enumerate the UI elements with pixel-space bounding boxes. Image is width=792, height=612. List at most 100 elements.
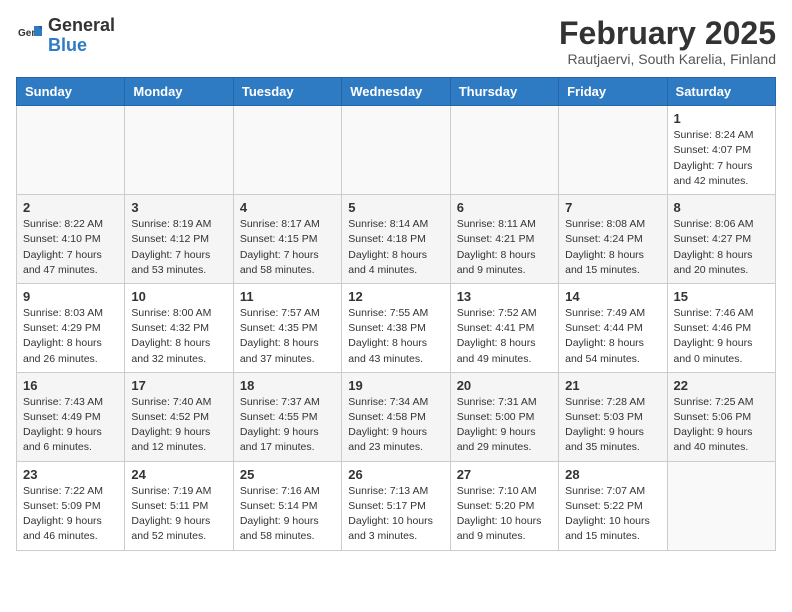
col-saturday: Saturday bbox=[667, 78, 775, 106]
day-info: Sunrise: 7:19 AMSunset: 5:11 PMDaylight:… bbox=[131, 484, 226, 545]
table-row: 18 Sunrise: 7:37 AMSunset: 4:55 PMDayligh… bbox=[233, 372, 341, 461]
table-row bbox=[233, 106, 341, 195]
day-number: 6 bbox=[457, 200, 552, 215]
table-row: 11 Sunrise: 7:57 AMSunset: 4:35 PMDayligh… bbox=[233, 283, 341, 372]
day-number: 2 bbox=[23, 200, 118, 215]
table-row: 9 Sunrise: 8:03 AMSunset: 4:29 PMDaylight… bbox=[17, 283, 125, 372]
day-number: 11 bbox=[240, 289, 335, 304]
table-row: 23 Sunrise: 7:22 AMSunset: 5:09 PMDayligh… bbox=[17, 461, 125, 550]
day-info: Sunrise: 8:24 AMSunset: 4:07 PMDaylight:… bbox=[674, 128, 769, 189]
calendar-week-row: 1 Sunrise: 8:24 AMSunset: 4:07 PMDaylight… bbox=[17, 106, 776, 195]
day-info: Sunrise: 7:43 AMSunset: 4:49 PMDaylight:… bbox=[23, 395, 118, 456]
day-info: Sunrise: 8:19 AMSunset: 4:12 PMDaylight:… bbox=[131, 217, 226, 278]
table-row: 13 Sunrise: 7:52 AMSunset: 4:41 PMDayligh… bbox=[450, 283, 558, 372]
day-info: Sunrise: 7:49 AMSunset: 4:44 PMDaylight:… bbox=[565, 306, 660, 367]
day-info: Sunrise: 7:25 AMSunset: 5:06 PMDaylight:… bbox=[674, 395, 769, 456]
logo-blue: Blue bbox=[48, 36, 115, 56]
day-number: 17 bbox=[131, 378, 226, 393]
table-row: 26Sunrise: 7:13 AMSunset: 5:17 PMDayligh… bbox=[342, 461, 450, 550]
table-row: 20 Sunrise: 7:31 AMSunset: 5:00 PMDayligh… bbox=[450, 372, 558, 461]
day-info: Sunrise: 8:03 AMSunset: 4:29 PMDaylight:… bbox=[23, 306, 118, 367]
day-number: 27 bbox=[457, 467, 552, 482]
table-row bbox=[667, 461, 775, 550]
day-number: 28 bbox=[565, 467, 660, 482]
table-row: 17 Sunrise: 7:40 AMSunset: 4:52 PMDayligh… bbox=[125, 372, 233, 461]
day-info: Sunrise: 7:55 AMSunset: 4:38 PMDaylight:… bbox=[348, 306, 443, 367]
day-number: 12 bbox=[348, 289, 443, 304]
day-number: 22 bbox=[674, 378, 769, 393]
day-info: Sunrise: 7:16 AMSunset: 5:14 PMDaylight:… bbox=[240, 484, 335, 545]
table-row: 14 Sunrise: 7:49 AMSunset: 4:44 PMDayligh… bbox=[559, 283, 667, 372]
col-wednesday: Wednesday bbox=[342, 78, 450, 106]
day-number: 1 bbox=[674, 111, 769, 126]
table-row: 5 Sunrise: 8:14 AMSunset: 4:18 PMDaylight… bbox=[342, 195, 450, 284]
day-number: 20 bbox=[457, 378, 552, 393]
table-row: 28 Sunrise: 7:07 AMSunset: 5:22 PMDayligh… bbox=[559, 461, 667, 550]
day-info: Sunrise: 7:10 AMSunset: 5:20 PMDaylight:… bbox=[457, 484, 552, 545]
day-info: Sunrise: 7:31 AMSunset: 5:00 PMDaylight:… bbox=[457, 395, 552, 456]
col-thursday: Thursday bbox=[450, 78, 558, 106]
day-number: 19 bbox=[348, 378, 443, 393]
table-row: 21 Sunrise: 7:28 AMSunset: 5:03 PMDayligh… bbox=[559, 372, 667, 461]
day-number: 7 bbox=[565, 200, 660, 215]
day-info: Sunrise: 8:00 AMSunset: 4:32 PMDaylight:… bbox=[131, 306, 226, 367]
day-number: 5 bbox=[348, 200, 443, 215]
page-header: Gen General Blue February 2025 Rautjaerv… bbox=[16, 16, 776, 67]
table-row: 27 Sunrise: 7:10 AMSunset: 5:20 PMDayligh… bbox=[450, 461, 558, 550]
location-subtitle: Rautjaervi, South Karelia, Finland bbox=[559, 51, 776, 67]
month-title: February 2025 bbox=[559, 16, 776, 51]
day-info: Sunrise: 7:37 AMSunset: 4:55 PMDaylight:… bbox=[240, 395, 335, 456]
day-number: 4 bbox=[240, 200, 335, 215]
day-number: 16 bbox=[23, 378, 118, 393]
day-info: Sunrise: 7:52 AMSunset: 4:41 PMDaylight:… bbox=[457, 306, 552, 367]
col-sunday: Sunday bbox=[17, 78, 125, 106]
day-info: Sunrise: 8:17 AMSunset: 4:15 PMDaylight:… bbox=[240, 217, 335, 278]
calendar-week-row: 2Sunrise: 8:22 AMSunset: 4:10 PMDaylight… bbox=[17, 195, 776, 284]
calendar-week-row: 16 Sunrise: 7:43 AMSunset: 4:49 PMDayligh… bbox=[17, 372, 776, 461]
day-info: Sunrise: 7:13 AMSunset: 5:17 PMDaylight:… bbox=[348, 484, 443, 545]
logo-icon: Gen bbox=[16, 22, 44, 50]
day-info: Sunrise: 8:14 AMSunset: 4:18 PMDaylight:… bbox=[348, 217, 443, 278]
day-number: 21 bbox=[565, 378, 660, 393]
day-number: 13 bbox=[457, 289, 552, 304]
day-info: Sunrise: 7:40 AMSunset: 4:52 PMDaylight:… bbox=[131, 395, 226, 456]
table-row: 19 Sunrise: 7:34 AMSunset: 4:58 PMDayligh… bbox=[342, 372, 450, 461]
day-number: 3 bbox=[131, 200, 226, 215]
table-row: 22 Sunrise: 7:25 AMSunset: 5:06 PMDayligh… bbox=[667, 372, 775, 461]
table-row: 3 Sunrise: 8:19 AMSunset: 4:12 PMDaylight… bbox=[125, 195, 233, 284]
table-row: 16 Sunrise: 7:43 AMSunset: 4:49 PMDayligh… bbox=[17, 372, 125, 461]
day-info: Sunrise: 7:57 AMSunset: 4:35 PMDaylight:… bbox=[240, 306, 335, 367]
calendar-week-row: 9 Sunrise: 8:03 AMSunset: 4:29 PMDaylight… bbox=[17, 283, 776, 372]
table-row bbox=[342, 106, 450, 195]
day-info: Sunrise: 7:07 AMSunset: 5:22 PMDaylight:… bbox=[565, 484, 660, 545]
col-tuesday: Tuesday bbox=[233, 78, 341, 106]
title-block: February 2025 Rautjaervi, South Karelia,… bbox=[559, 16, 776, 67]
day-info: Sunrise: 7:22 AMSunset: 5:09 PMDaylight:… bbox=[23, 484, 118, 545]
day-info: Sunrise: 8:11 AMSunset: 4:21 PMDaylight:… bbox=[457, 217, 552, 278]
day-number: 23 bbox=[23, 467, 118, 482]
day-number: 10 bbox=[131, 289, 226, 304]
day-number: 15 bbox=[674, 289, 769, 304]
day-number: 9 bbox=[23, 289, 118, 304]
table-row: 8Sunrise: 8:06 AMSunset: 4:27 PMDaylight… bbox=[667, 195, 775, 284]
table-row bbox=[17, 106, 125, 195]
day-info: Sunrise: 7:28 AMSunset: 5:03 PMDaylight:… bbox=[565, 395, 660, 456]
table-row: 7Sunrise: 8:08 AMSunset: 4:24 PMDaylight… bbox=[559, 195, 667, 284]
day-number: 18 bbox=[240, 378, 335, 393]
day-info: Sunrise: 7:46 AMSunset: 4:46 PMDaylight:… bbox=[674, 306, 769, 367]
calendar-table: Sunday Monday Tuesday Wednesday Thursday… bbox=[16, 77, 776, 550]
table-row: 10 Sunrise: 8:00 AMSunset: 4:32 PMDayligh… bbox=[125, 283, 233, 372]
day-number: 24 bbox=[131, 467, 226, 482]
logo: Gen General Blue bbox=[16, 16, 115, 56]
table-row bbox=[450, 106, 558, 195]
day-number: 14 bbox=[565, 289, 660, 304]
table-row bbox=[559, 106, 667, 195]
table-row: 15 Sunrise: 7:46 AMSunset: 4:46 PMDayligh… bbox=[667, 283, 775, 372]
calendar-header-row: Sunday Monday Tuesday Wednesday Thursday… bbox=[17, 78, 776, 106]
table-row: 1 Sunrise: 8:24 AMSunset: 4:07 PMDaylight… bbox=[667, 106, 775, 195]
col-monday: Monday bbox=[125, 78, 233, 106]
day-info: Sunrise: 7:34 AMSunset: 4:58 PMDaylight:… bbox=[348, 395, 443, 456]
table-row bbox=[125, 106, 233, 195]
col-friday: Friday bbox=[559, 78, 667, 106]
calendar-week-row: 23 Sunrise: 7:22 AMSunset: 5:09 PMDayligh… bbox=[17, 461, 776, 550]
